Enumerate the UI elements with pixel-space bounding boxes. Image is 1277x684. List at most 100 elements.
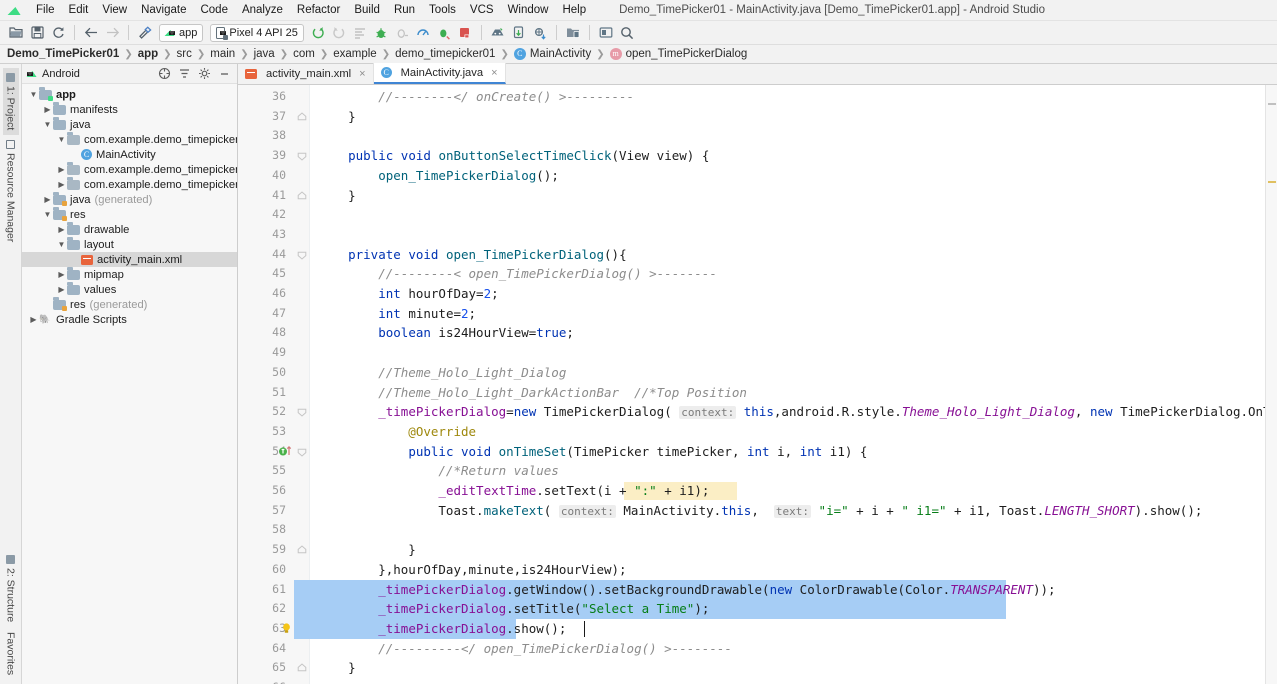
menu-item-vcs[interactable]: VCS [463,2,501,18]
chevron-down-icon[interactable]: ▼ [56,135,67,144]
marker-1[interactable] [1268,103,1276,105]
attach-profiler-icon[interactable] [434,23,454,43]
collapse-target-icon[interactable] [157,66,172,81]
tree-node-mainactivity[interactable]: C MainActivity [22,147,237,162]
menu-item-view[interactable]: View [95,2,134,18]
breadcrumb-item-src[interactable]: src [177,48,192,60]
menu-item-window[interactable]: Window [501,2,556,18]
fold-expand-icon[interactable] [297,151,307,161]
editor-tab-activity-main-xml[interactable]: activity_main.xml × [238,63,374,84]
breadcrumb-item-app[interactable]: app [138,48,158,60]
menu-item-help[interactable]: Help [555,2,593,18]
breadcrumb-item-example[interactable]: example [333,48,376,60]
sdk-manager-icon[interactable] [509,23,529,43]
menu-item-build[interactable]: Build [347,2,387,18]
device-selector[interactable]: Pixel 4 API 25 [210,23,304,42]
chevron-right-icon[interactable]: ▶ [42,195,53,204]
fold-end-icon[interactable] [297,112,307,122]
chevron-right-icon[interactable]: ▶ [56,180,67,189]
tree-node-java[interactable]: ▼ java [22,117,237,132]
menu-item-tools[interactable]: Tools [422,2,463,18]
debug-icon[interactable] [371,23,391,43]
intention-bulb-icon[interactable] [280,622,293,635]
breadcrumb-item-package[interactable]: demo_timepicker01 [395,48,495,60]
avd-manager-icon[interactable] [488,23,508,43]
breadcrumb-item-class[interactable]: MainActivity [530,48,591,60]
tree-node-app[interactable]: ▼ app [22,87,237,102]
code-text-area[interactable]: //--------</ onCreate() >--------- } pub… [310,85,1265,684]
save-all-icon[interactable] [27,23,47,43]
module-selector[interactable]: app [159,23,204,42]
menu-item-refactor[interactable]: Refactor [290,2,347,18]
code-line: Toast.makeText( context: MainActivity.th… [318,502,1203,518]
settings-gear-icon[interactable] [197,66,212,81]
tree-node-layout[interactable]: ▼ layout [22,237,237,252]
editor-tab-mainactivity-java[interactable]: C MainActivity.java × [373,63,506,84]
tree-node-res[interactable]: ▼ res [22,207,237,222]
menu-item-file[interactable]: File [29,2,62,18]
marker-2[interactable] [1268,181,1276,183]
close-icon-tab-0[interactable]: × [359,68,365,80]
tree-node-res[interactable]: res (generated) [22,297,237,312]
fold-expand-icon[interactable] [297,407,307,417]
tree-node-com-example-demo-timepicker01[interactable]: ▼ com.example.demo_timepicker01 [22,132,237,147]
breadcrumb-item-project[interactable]: Demo_TimePicker01 [7,48,119,60]
build-hammer-icon[interactable] [135,23,155,43]
close-icon-tab-1[interactable]: × [491,67,497,79]
open-folder-icon[interactable] [6,23,26,43]
error-stripe-markers[interactable] [1265,85,1277,684]
minimize-icon[interactable] [217,66,232,81]
run-icon[interactable] [308,23,328,43]
tree-node-values[interactable]: ▶ values [22,282,237,297]
fold-end-icon[interactable] [297,663,307,673]
fold-expand-icon[interactable] [297,447,307,457]
chevron-right-icon[interactable]: ▶ [56,165,67,174]
tool-tab-structure[interactable]: 2: Structure [3,550,19,627]
tree-node-mipmap[interactable]: ▶ mipmap [22,267,237,282]
tree-node-manifests[interactable]: ▶ manifests [22,102,237,117]
chevron-down-icon[interactable]: ▼ [42,210,53,219]
tree-node-drawable[interactable]: ▶ drawable [22,222,237,237]
stop-app-icon[interactable] [455,23,475,43]
tree-node-activity-main-xml[interactable]: activity_main.xml [22,252,237,267]
menu-item-navigate[interactable]: Navigate [134,2,193,18]
breadcrumb-item-com[interactable]: com [293,48,315,60]
tool-tab-project[interactable]: 1: Project [2,68,19,136]
layout-inspector-icon[interactable] [596,23,616,43]
fold-end-icon[interactable] [297,190,307,201]
chevron-down-icon[interactable]: ▼ [42,120,53,129]
chevron-down-icon[interactable]: ▼ [28,90,39,99]
chevron-down-icon[interactable]: ▼ [56,240,67,249]
sync-project-icon[interactable] [48,23,68,43]
sort-icon[interactable] [177,66,192,81]
menu-item-analyze[interactable]: Analyze [235,2,290,18]
code-editor[interactable]: 3637383940414243444546474849505152535455… [238,85,1277,684]
fold-expand-icon[interactable] [297,250,307,260]
tree-node-java[interactable]: ▶ java (generated) [22,192,237,207]
profiler-icon[interactable] [413,23,433,43]
device-file-explorer-icon[interactable] [563,23,583,43]
menu-item-code[interactable]: Code [193,2,235,18]
chevron-down-icon-view[interactable] [27,71,33,76]
project-structure-icon[interactable] [530,23,550,43]
breadcrumb-item-main[interactable]: main [210,48,235,60]
tool-tab-favorites[interactable]: Favorites [3,627,19,680]
tool-tab-resource-manager[interactable]: Resource Manager [3,135,19,247]
chevron-right-icon[interactable]: ▶ [56,285,67,294]
chevron-right-icon[interactable]: ▶ [28,315,39,324]
breadcrumb-item-java[interactable]: java [254,48,275,60]
back-arrow-icon[interactable] [81,23,101,43]
breadcrumb-item-method[interactable]: open_TimePickerDialog [626,48,748,60]
tree-node-gradle-scripts[interactable]: ▶ 🐘 Gradle Scripts [22,312,237,327]
tree-node-com-example-demo-timepicker01[interactable]: ▶com.example.demo_timepicker01(test) [22,177,237,192]
tree-node-com-example-demo-timepicker01[interactable]: ▶com.example.demo_timepicker01(andro [22,162,237,177]
menu-item-edit[interactable]: Edit [62,2,96,18]
fold-end-icon[interactable] [297,545,307,555]
override-method-icon[interactable] [278,445,292,458]
search-everywhere-icon[interactable] [617,23,637,43]
chevron-right-icon[interactable]: ▶ [42,105,53,114]
chevron-right-icon[interactable]: ▶ [56,270,67,279]
menu-item-run[interactable]: Run [387,2,422,18]
project-view-selector[interactable]: Android [42,68,80,80]
chevron-right-icon[interactable]: ▶ [56,225,67,234]
